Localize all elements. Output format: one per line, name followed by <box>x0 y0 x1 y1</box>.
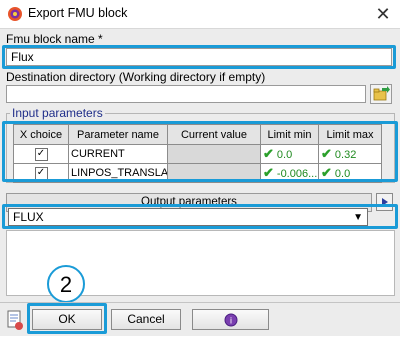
ok-button-highlight <box>27 303 107 334</box>
input-parameters-highlight <box>2 121 398 182</box>
dest-dir-input[interactable] <box>6 85 366 103</box>
dest-dir-label: Destination directory (Working directory… <box>6 70 266 84</box>
export-doc-icon <box>7 310 23 330</box>
block-name-label: Fmu block name * <box>6 32 103 46</box>
close-icon[interactable]: ✕ <box>370 2 396 26</box>
block-name-highlight <box>2 45 396 69</box>
folder-arrow-icon <box>373 86 390 101</box>
help-icon: i <box>224 313 237 327</box>
browse-button[interactable] <box>370 84 392 104</box>
step-annotation: 2 <box>47 265 85 303</box>
input-parameters-title: Input parameters <box>10 106 105 120</box>
app-icon <box>7 6 23 22</box>
cancel-button[interactable]: Cancel <box>111 309 181 330</box>
export-doc-button[interactable] <box>5 308 25 332</box>
window-title: Export FMU block <box>28 6 128 20</box>
svg-text:i: i <box>230 316 232 326</box>
output-parameters-highlight <box>2 204 398 229</box>
help-button[interactable]: i <box>192 309 269 330</box>
